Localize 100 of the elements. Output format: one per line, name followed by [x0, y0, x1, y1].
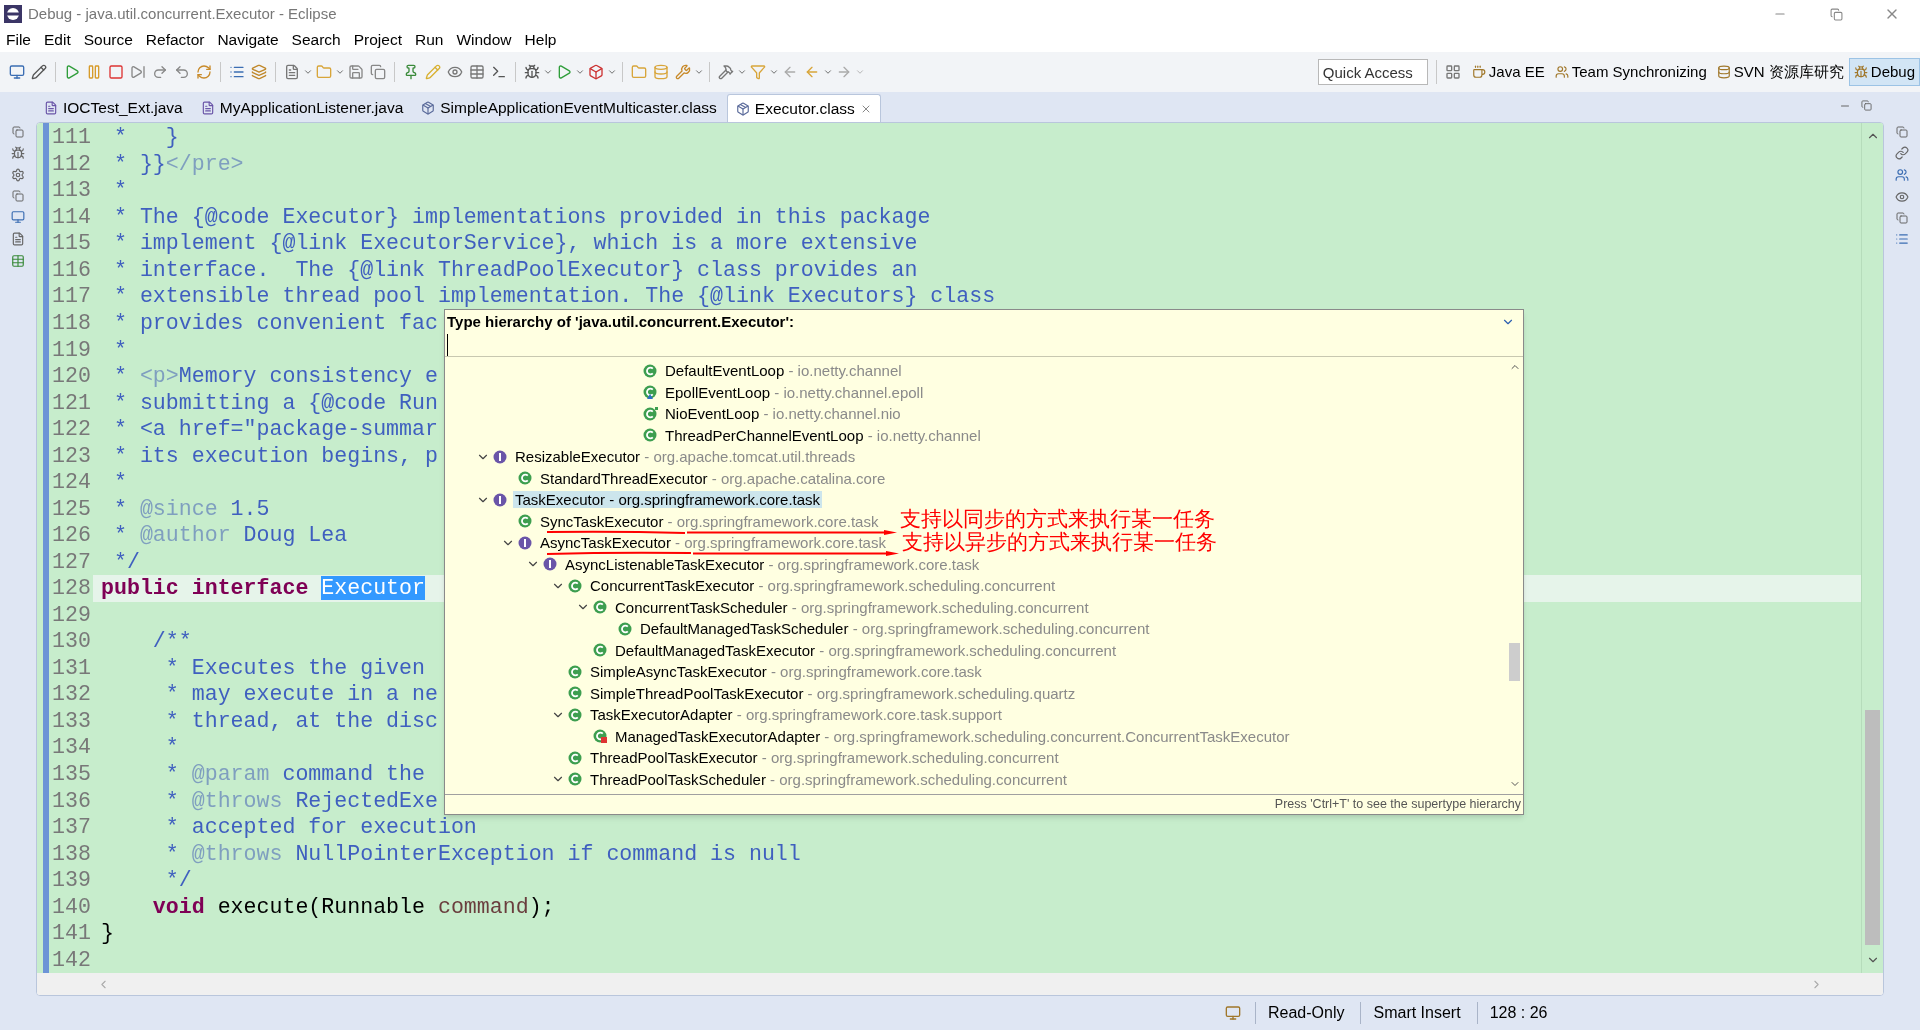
class-icon [568, 706, 584, 723]
menu-item[interactable]: File [6, 28, 31, 52]
line-number: 112 [51, 150, 92, 177]
table-view-icon[interactable] [11, 254, 25, 268]
scrollbar-thumb[interactable] [1865, 710, 1880, 945]
quick-access-field[interactable]: Quick Access [1317, 59, 1428, 85]
tree-item[interactable]: ResizableExecutor - org.apache.tomcat.util.threads [513, 448, 858, 466]
code-line: * [112, 177, 127, 204]
tree-item[interactable]: NioEventLoop - io.netty.channel.nio [663, 405, 903, 423]
annotation-text: 支持以异步的方式来执行某一任务 [902, 531, 1217, 553]
perspective-button[interactable]: Team Synchronizing [1549, 58, 1712, 86]
restore-view-icon[interactable] [1896, 126, 1908, 138]
menu-item[interactable]: Edit [44, 28, 71, 52]
debug-view-icon[interactable] [11, 146, 25, 160]
caret-icon[interactable] [543, 67, 553, 77]
tree-item[interactable]: TaskExecutorAdapter - org.springframework.core.task.support [588, 706, 1004, 724]
caret-icon[interactable] [855, 67, 865, 77]
line-number: 136 [51, 787, 92, 814]
line-number: 118 [51, 310, 92, 336]
status-text: Read-Only [1268, 1003, 1345, 1023]
editor-tab[interactable]: SimpleApplicationEventMulticaster.class [413, 94, 725, 122]
line-number: 126 [51, 522, 92, 549]
caret-icon[interactable] [607, 67, 617, 77]
code-line: * extensible thread pool implementation. The {@link Executors} class [112, 283, 996, 310]
expressions-view-icon[interactable] [1895, 146, 1909, 160]
variables-view-icon[interactable] [11, 168, 25, 182]
line-number: 122 [51, 416, 92, 443]
editor-tab[interactable]: IOCTest_Ext.java [36, 94, 191, 122]
editor-tab[interactable]: MyApplicationListener.java [192, 94, 412, 122]
caret-icon[interactable] [694, 67, 704, 77]
class-icon [568, 663, 584, 680]
line-number: 115 [51, 230, 92, 257]
class-icon [568, 577, 584, 594]
menu-item[interactable]: Refactor [145, 28, 205, 52]
open-perspective-icon[interactable] [1444, 64, 1461, 80]
class-file-icon [421, 101, 436, 115]
restore-icon [1829, 7, 1843, 21]
code-line: * @param command the [164, 761, 425, 787]
perspective-button[interactable]: Java EE [1466, 58, 1550, 86]
tree-item[interactable]: EpollEventLoop - io.netty.channel.epoll [663, 383, 926, 401]
caret-icon[interactable] [823, 67, 833, 77]
menu-item[interactable]: Navigate [217, 28, 279, 52]
line-number: 116 [51, 256, 92, 283]
tasks-view-icon[interactable] [11, 232, 25, 246]
tree-item[interactable]: ManagedTaskExecutorAdapter - org.springframework.scheduling.concurrent.ConcurrentTaskExecutor [613, 727, 1292, 745]
caret-icon[interactable] [335, 67, 345, 77]
menu-item[interactable]: Window [456, 28, 512, 52]
console-view-icon[interactable] [11, 210, 25, 224]
tree-item[interactable]: ThreadPoolTaskScheduler - org.springframework.scheduling.concurrent [588, 770, 1069, 788]
caret-icon[interactable] [737, 67, 747, 77]
perspective-button[interactable]: SVN 资源库研究 [1711, 58, 1849, 86]
restore-view-icon[interactable] [1896, 212, 1908, 224]
maximize-view-icon[interactable] [1861, 100, 1872, 111]
tree-item[interactable]: SimpleThreadPoolTaskExecutor - org.springframework.scheduling.quartz [588, 684, 1078, 702]
menu-item[interactable]: Project [353, 28, 402, 52]
line-number: 121 [51, 389, 92, 416]
coffee-icon [1471, 65, 1486, 79]
line-number: 132 [51, 681, 92, 708]
tree-item[interactable]: DefaultEventLoop - io.netty.channel [663, 362, 904, 380]
tree-item[interactable]: AsyncTaskExecutor - org.springframework.core.task [538, 534, 888, 552]
line-number: 129 [51, 601, 92, 628]
interface-icon [493, 491, 509, 508]
tree-item[interactable]: ConcurrentTaskExecutor - org.springframework.scheduling.concurrent [588, 577, 1058, 595]
tree-item[interactable]: ConcurrentTaskScheduler - org.springframework.scheduling.concurrent [613, 598, 1091, 616]
tree-item[interactable]: SimpleAsyncTaskExecutor - org.springframework.core.task [588, 663, 984, 681]
editor-tab[interactable]: Executor.class [726, 94, 881, 122]
menu-item[interactable]: Run [415, 28, 444, 52]
tree-item[interactable]: TaskExecutor - org.springframework.core.task [513, 491, 823, 509]
tree-item[interactable]: DefaultManagedTaskScheduler - org.springframework.scheduling.concurrent [638, 620, 1152, 638]
tree-item[interactable]: StandardThreadExecutor - org.apache.catalina.core [538, 469, 888, 487]
caret-icon[interactable] [303, 67, 313, 77]
line-number: 111 [51, 124, 92, 151]
caret-icon[interactable] [575, 67, 585, 77]
watch-view-icon[interactable] [1895, 190, 1909, 204]
class-icon [518, 470, 534, 487]
code-line: * [164, 734, 179, 761]
status-text: 128 : 26 [1489, 1003, 1548, 1023]
menu-item[interactable]: Help [524, 28, 557, 52]
perspective-button[interactable]: Debug [1848, 58, 1920, 86]
code-line: * submitting a {@code Run [112, 389, 438, 416]
scrollbar-thumb[interactable] [1509, 643, 1520, 681]
outline-view-icon[interactable] [1895, 232, 1909, 246]
menu-item[interactable]: Source [83, 28, 133, 52]
tree-item[interactable]: ThreadPerChannelEventLoop - io.netty.channel [663, 426, 983, 444]
tree-item[interactable]: ThreadPoolTaskExecutor - org.springframework.scheduling.concurrent [588, 749, 1061, 767]
class-icon [593, 642, 609, 659]
line-number: 142 [51, 946, 92, 973]
restore-view-icon[interactable] [12, 126, 24, 138]
class-icon [568, 749, 584, 766]
class-icon [618, 620, 634, 637]
restore-view-icon[interactable] [12, 190, 24, 202]
code-line: * The {@code Executor} implementations provided in this package [112, 203, 931, 230]
tree-item[interactable]: AsyncListenableTaskExecutor - org.springframework.core.task [563, 555, 982, 573]
caret-icon[interactable] [769, 67, 779, 77]
breakpoints-view-icon[interactable] [1895, 168, 1909, 182]
tree-item[interactable]: DefaultManagedTaskExecutor - org.springframework.scheduling.concurrent [613, 641, 1119, 659]
menu-item[interactable]: Search [291, 28, 341, 52]
tree-item[interactable]: SyncTaskExecutor - org.springframework.core.task [538, 512, 881, 530]
code-line: public interface Executor [101, 575, 425, 602]
line-number: 123 [51, 442, 92, 469]
